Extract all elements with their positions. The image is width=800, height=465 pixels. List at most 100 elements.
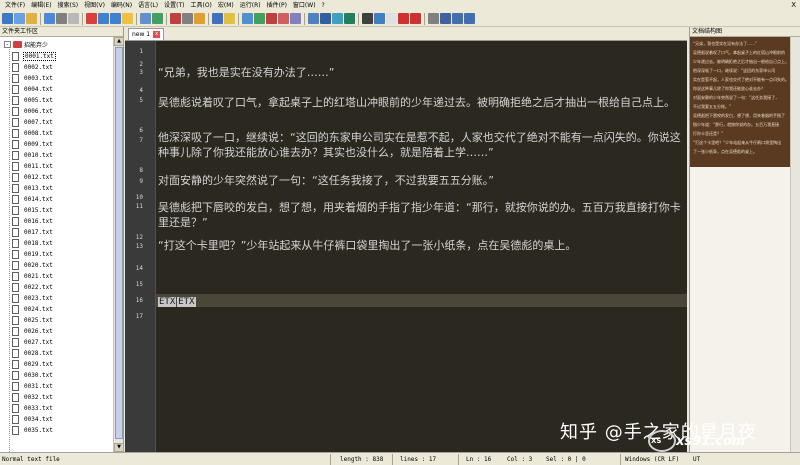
toolbar-button-icon[interactable] xyxy=(452,13,463,24)
close-window-icon[interactable]: X xyxy=(787,0,800,11)
text-editor[interactable]: 1 2 3 4 5 6 7 8 9 10 11 12 13 14 15 16 17 “兄弟，我也是实在没有办法了… xyxy=(125,41,687,452)
file-item[interactable]: 0022.txt xyxy=(12,282,54,293)
toolbar-button-icon[interactable] xyxy=(320,13,331,24)
file-item[interactable]: 0021.txt xyxy=(12,271,54,282)
toolbar-button-icon[interactable] xyxy=(152,13,163,24)
toolbar-button-icon[interactable] xyxy=(224,13,235,24)
file-item[interactable]: 0024.txt xyxy=(12,304,54,315)
file-item[interactable]: 0029.txt xyxy=(12,359,54,370)
menu-item[interactable]: 文件(F) xyxy=(2,0,28,11)
toolbar-button-icon[interactable] xyxy=(14,13,25,24)
file-item[interactable]: 0018.txt xyxy=(12,238,54,249)
file-item[interactable]: 0009.txt xyxy=(12,139,54,150)
document-map-scrollbar[interactable] xyxy=(790,37,800,452)
toolbar-button-icon[interactable] xyxy=(194,13,205,24)
file-item[interactable]: 0010.txt xyxy=(12,150,54,161)
file-item[interactable]: 0034.txt xyxy=(12,414,54,425)
line-number: 8 xyxy=(139,167,143,174)
toolbar-button-icon[interactable] xyxy=(464,13,475,24)
toolbar-button-icon[interactable] xyxy=(26,13,37,24)
toolbar-button-icon[interactable] xyxy=(374,13,385,24)
menu-item[interactable]: 搜索(S) xyxy=(55,0,82,11)
toolbar-button-icon[interactable] xyxy=(290,13,301,24)
tree-scrollbar[interactable]: ▲ ▼ xyxy=(113,37,124,452)
collapse-icon[interactable]: - xyxy=(4,41,11,48)
file-item[interactable]: 0013.txt xyxy=(12,183,54,194)
file-item[interactable]: 0023.txt xyxy=(12,293,54,304)
file-item[interactable]: 0003.txt xyxy=(12,73,54,84)
line-number: 3 xyxy=(139,69,143,76)
toolbar-button-icon[interactable] xyxy=(170,13,181,24)
file-item[interactable]: 0001.txt xyxy=(12,51,56,62)
toolbar-button-icon[interactable] xyxy=(254,13,265,24)
toolbar-button-icon[interactable] xyxy=(68,13,79,24)
toolbar-button-icon[interactable] xyxy=(122,13,133,24)
file-item[interactable]: 0031.txt xyxy=(12,381,54,392)
toolbar-button-icon[interactable] xyxy=(266,13,277,24)
file-item[interactable]: 0025.txt xyxy=(12,315,54,326)
toolbar-button-icon[interactable] xyxy=(98,13,109,24)
file-item[interactable]: 0002.txt xyxy=(12,62,54,73)
menu-item[interactable]: 编码(N) xyxy=(108,0,135,11)
document-map[interactable]: “兄弟，我也是实在没有办法了……” 吴德彪说着叹了口气，拿起桌子上的红塔山冲眼前的… xyxy=(690,37,790,452)
file-item[interactable]: 0032.txt xyxy=(12,392,54,403)
menu-item[interactable]: 工具(O) xyxy=(187,0,214,11)
toolbar-button-icon[interactable] xyxy=(398,13,409,24)
toolbar-button-icon[interactable] xyxy=(386,13,397,24)
file-item[interactable]: 0019.txt xyxy=(12,249,54,260)
toolbar-button-icon[interactable] xyxy=(56,13,67,24)
file-item[interactable]: 0012.txt xyxy=(12,172,54,183)
menu-item[interactable]: ? xyxy=(319,0,328,11)
toolbar-button-icon[interactable] xyxy=(2,13,13,24)
menu-item[interactable]: 插件(P) xyxy=(264,0,290,11)
toolbar-button-icon[interactable] xyxy=(410,13,421,24)
scroll-down-arrow-icon[interactable]: ▼ xyxy=(114,443,124,452)
file-item[interactable]: 0008.txt xyxy=(12,128,54,139)
file-item[interactable]: 0028.txt xyxy=(12,348,54,359)
menu-item[interactable]: 窗口(W) xyxy=(290,0,319,11)
toolbar-button-icon[interactable] xyxy=(86,13,97,24)
toolbar-button-icon[interactable] xyxy=(308,13,319,24)
toolbar-button-icon[interactable] xyxy=(140,13,151,24)
file-item[interactable]: 0004.txt xyxy=(12,84,54,95)
toolbar-button-icon[interactable] xyxy=(332,13,343,24)
document-map-preview[interactable]: “兄弟，我也是实在没有办法了……” 吴德彪说着叹了口气，拿起桌子上的红塔山冲眼前的… xyxy=(690,37,790,167)
file-item[interactable]: 0014.txt xyxy=(12,194,54,205)
file-item[interactable]: 0035.txt xyxy=(12,425,54,436)
toolbar-button-icon[interactable] xyxy=(242,13,253,24)
toolbar-button-icon[interactable] xyxy=(110,13,121,24)
toolbar-button-icon[interactable] xyxy=(44,13,55,24)
toolbar-button-icon[interactable] xyxy=(344,13,355,24)
scroll-up-arrow-icon[interactable]: ▲ xyxy=(114,37,124,46)
file-item[interactable]: 0027.txt xyxy=(12,337,54,348)
control-char-line: ETX ETX xyxy=(158,293,687,310)
file-item[interactable]: 0005.txt xyxy=(12,95,54,106)
menu-item[interactable]: 设置(T) xyxy=(161,0,187,11)
toolbar-button-icon[interactable] xyxy=(212,13,223,24)
toolbar-button-icon[interactable] xyxy=(428,13,439,24)
toolbar-button-icon[interactable] xyxy=(362,13,373,24)
close-icon[interactable]: x xyxy=(153,31,161,38)
menu-item[interactable]: 宏(M) xyxy=(215,0,237,11)
toolbar-button-icon[interactable] xyxy=(440,13,451,24)
file-item[interactable]: 0020.txt xyxy=(12,260,54,271)
tab-new-1[interactable]: new 1 x xyxy=(128,28,165,40)
scroll-thumb[interactable] xyxy=(115,47,123,439)
menu-item[interactable]: 视图(V) xyxy=(81,0,108,11)
map-line: 他深深吸了一口，继续说：“这回的东家申公司 xyxy=(693,68,776,73)
file-item[interactable]: 0026.txt xyxy=(12,326,54,337)
file-item[interactable]: 0007.txt xyxy=(12,117,54,128)
menu-item[interactable]: 编辑(E) xyxy=(28,0,54,11)
file-item[interactable]: 0016.txt xyxy=(12,216,54,227)
file-item[interactable]: 0015.txt xyxy=(12,205,54,216)
menu-item[interactable]: 语言(L) xyxy=(135,0,161,11)
menu-item[interactable]: 运行(R) xyxy=(237,0,264,11)
tree-root-folder[interactable]: - 招能弃少 xyxy=(4,40,48,49)
file-item[interactable]: 0030.txt xyxy=(12,370,54,381)
toolbar-button-icon[interactable] xyxy=(278,13,289,24)
file-item[interactable]: 0017.txt xyxy=(12,227,54,238)
file-item[interactable]: 0006.txt xyxy=(12,106,54,117)
file-item[interactable]: 0011.txt xyxy=(12,161,54,172)
toolbar-button-icon[interactable] xyxy=(182,13,193,24)
file-item[interactable]: 0033.txt xyxy=(12,403,54,414)
